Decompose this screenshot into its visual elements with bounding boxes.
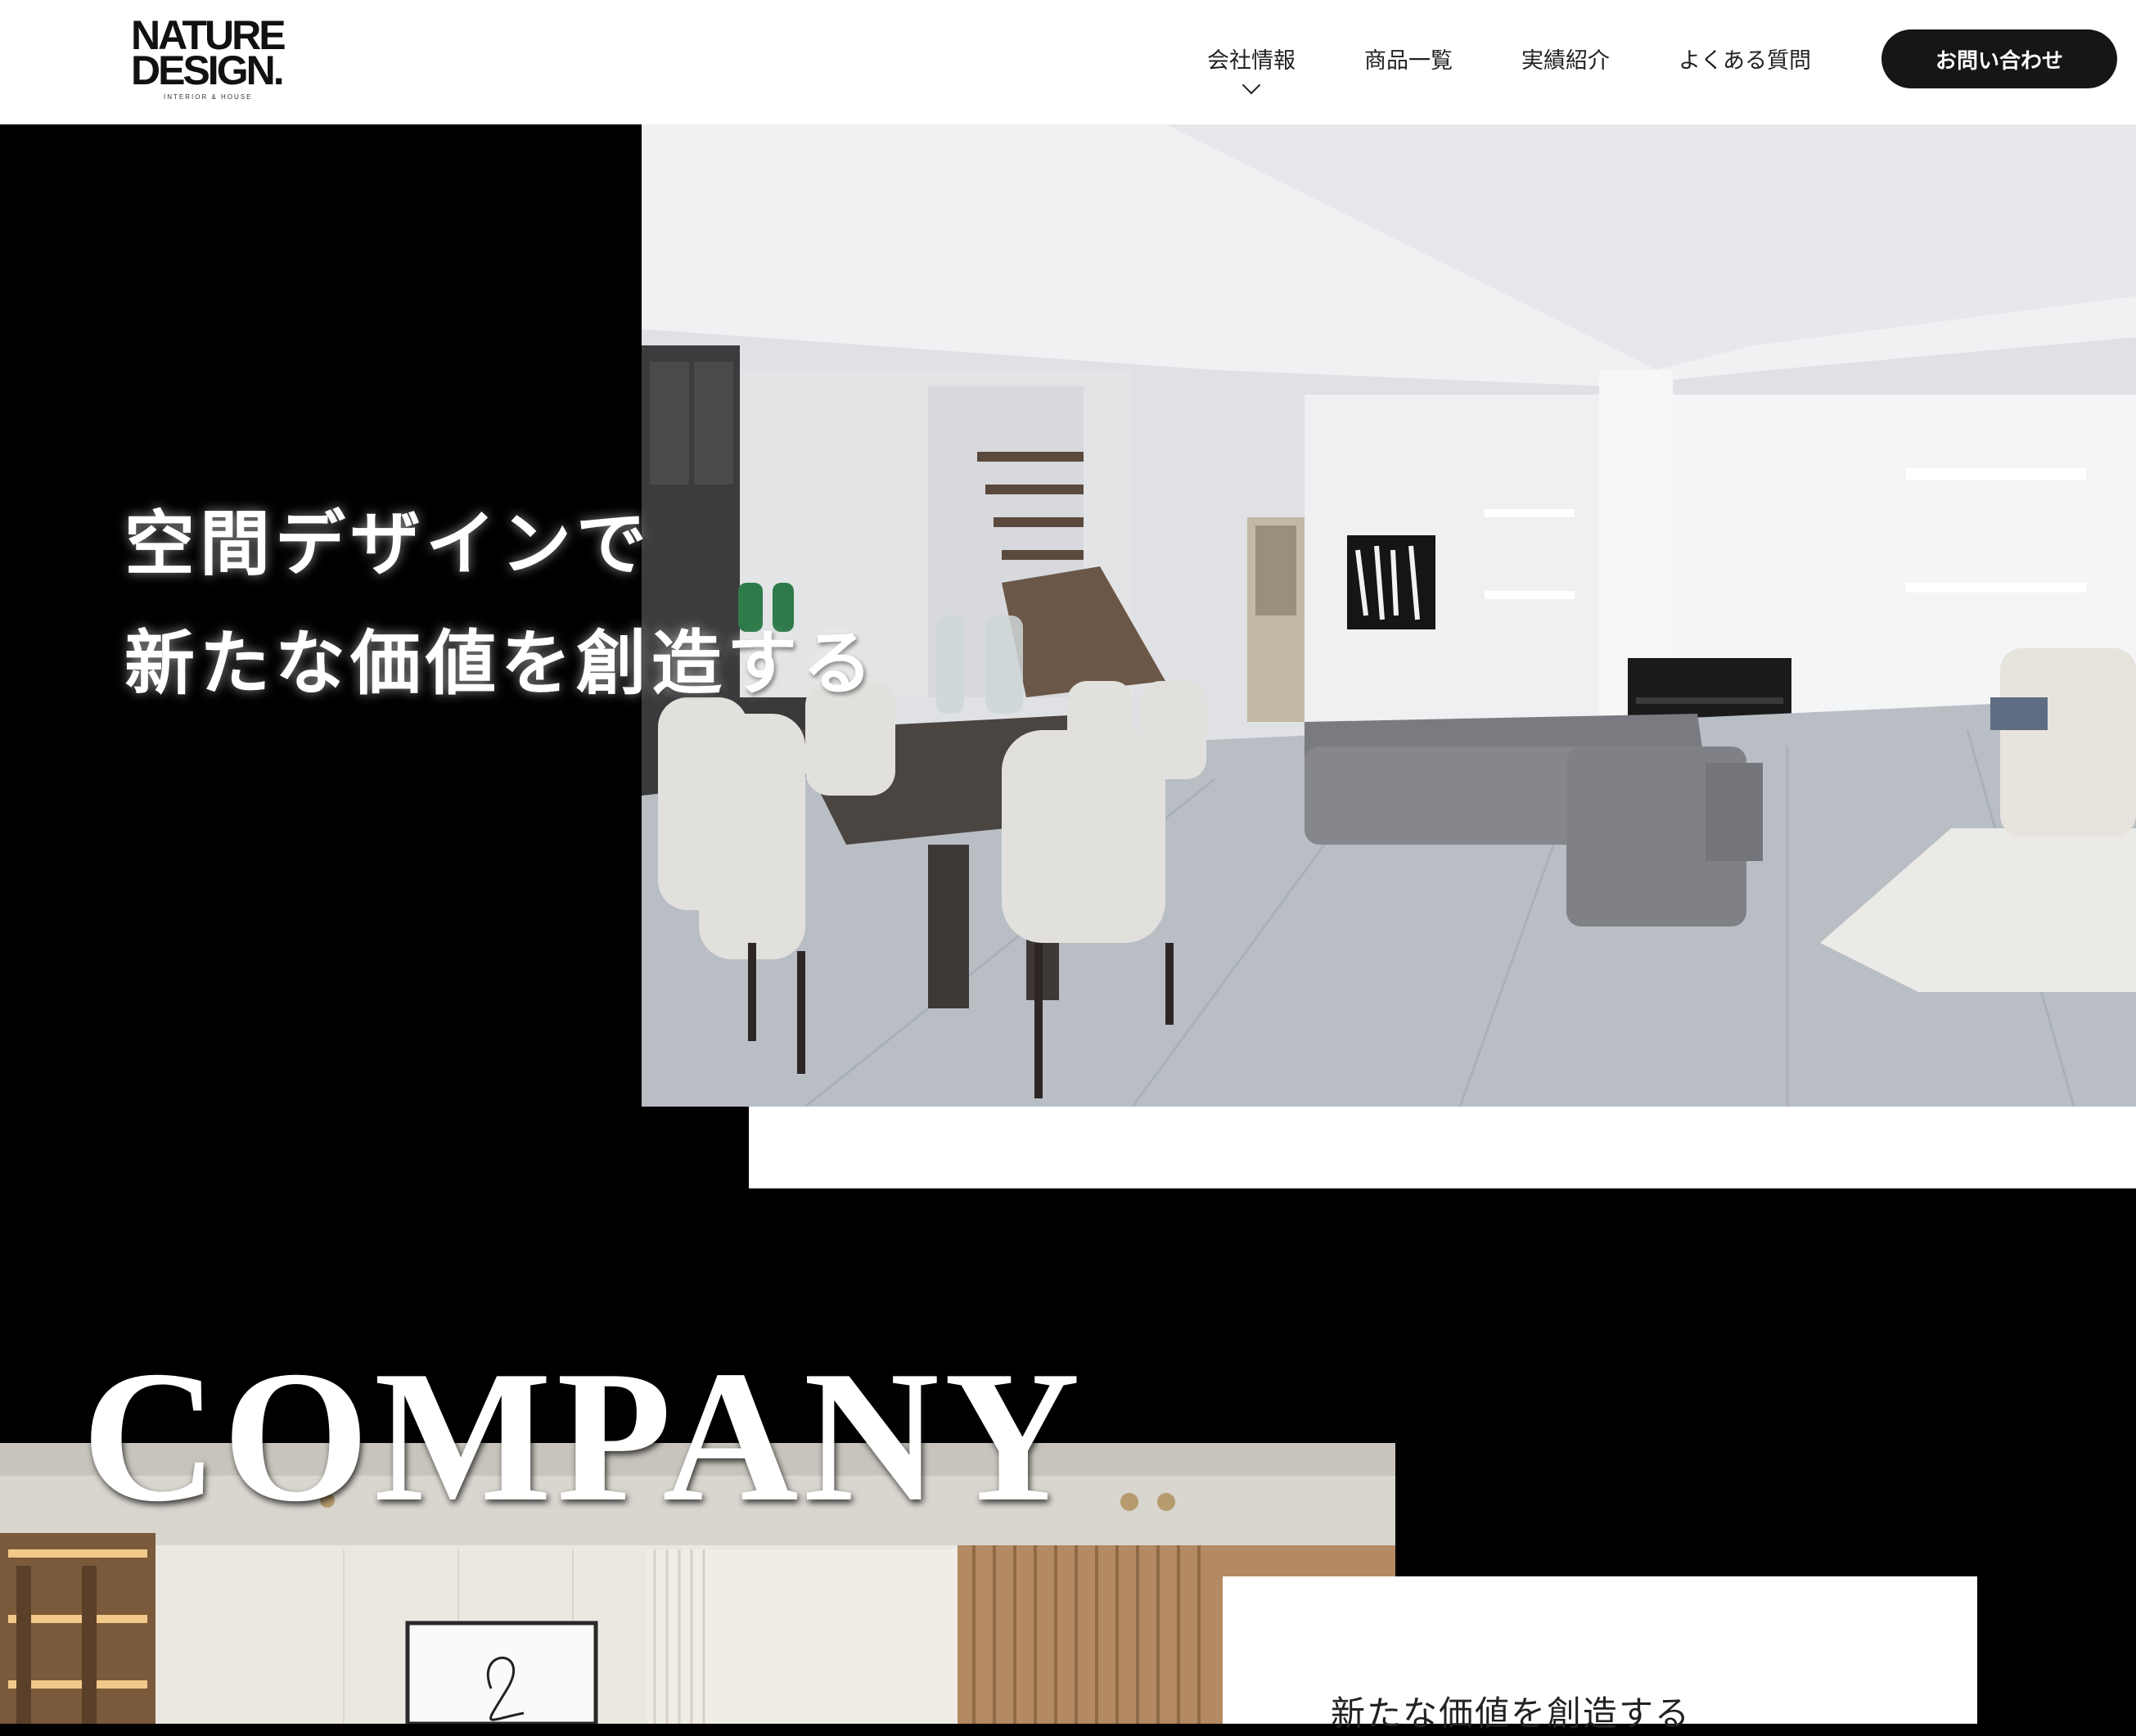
- brand-logo[interactable]: NATURE DESIGN. INTERIOR & HOUSE: [131, 15, 286, 106]
- nav-products-label: 商品一覧: [1364, 48, 1453, 74]
- company-heading: COMPANY: [82, 1332, 1085, 1540]
- nav-faq[interactable]: よくある質問: [1679, 43, 1811, 74]
- contact-button[interactable]: お問い合わせ: [1881, 29, 2117, 88]
- nav-works-label: 実績紹介: [1521, 48, 1610, 74]
- logo-line-2: DESIGN.: [131, 47, 285, 93]
- hero-title-line-2: 新たな価値を創造する: [124, 622, 877, 705]
- logo-wordmark: NATURE DESIGN.: [131, 15, 286, 93]
- company-card-title: 新たな価値を創造する: [1331, 1693, 1692, 1734]
- hero-title-line-1: 空間デザインで: [124, 503, 651, 585]
- nav-products[interactable]: 商品一覧: [1364, 43, 1453, 74]
- site-header: NATURE DESIGN. INTERIOR & HOUSE 会社情報 商品一…: [0, 0, 2136, 124]
- nav-company-info[interactable]: 会社情報: [1207, 43, 1296, 95]
- hero-white-strip: [749, 1107, 2136, 1188]
- company-card: 新たな価値を創造する: [1223, 1576, 1977, 1734]
- nav-company-info-label: 会社情報: [1207, 48, 1296, 74]
- logo-tagline: INTERIOR & HOUSE: [164, 93, 253, 101]
- nav-works[interactable]: 実績紹介: [1521, 43, 1610, 74]
- hero-title: 空間デザインで 新たな価値を創造する: [124, 485, 877, 724]
- nav-faq-label: よくある質問: [1679, 48, 1811, 74]
- chevron-down-icon: [1241, 75, 1261, 95]
